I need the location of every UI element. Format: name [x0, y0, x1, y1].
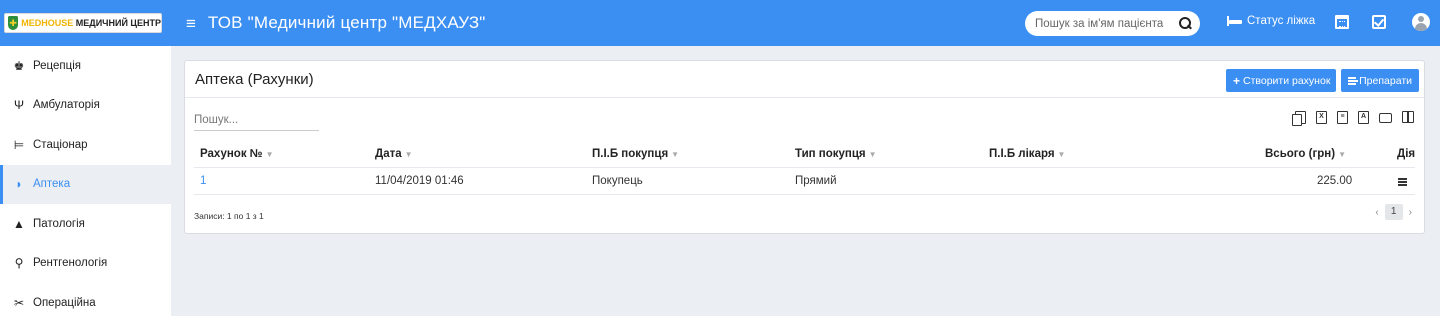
checkbox-tasks-icon[interactable]	[1372, 15, 1386, 29]
column-label: Всього (грн)	[1265, 148, 1336, 160]
column-header-buyer-name[interactable]: П.І.Б покупця ▼	[592, 148, 679, 160]
flask-icon: ▲	[13, 216, 25, 231]
top-bar: ✚ MEDHOUSE МЕДИЧНИЙ ЦЕНТР ≡ ТОВ "Медични…	[0, 0, 1440, 46]
create-invoice-label: Створити рахунок	[1243, 74, 1331, 87]
sidebar-item-label: Патологія	[33, 217, 85, 230]
excel-export-icon[interactable]: X	[1316, 111, 1327, 124]
sidebar-item-label: Амбулаторія	[33, 99, 100, 112]
copy-icon[interactable]	[1292, 111, 1306, 126]
column-label: Тип покупця	[795, 148, 866, 160]
pagination: ‹ 1 ›	[1375, 204, 1412, 220]
table-search	[194, 109, 319, 131]
sidebar-item-inpatient[interactable]: ⊨ Стаціонар	[0, 125, 171, 165]
column-header-action: Дія	[1397, 148, 1416, 160]
sort-icon: ▼	[1057, 150, 1066, 159]
bed-status-link[interactable]: Статус ліжка	[1227, 15, 1315, 27]
next-page-icon[interactable]: ›	[1409, 207, 1412, 218]
columns-icon[interactable]	[1402, 111, 1414, 123]
table-search-input[interactable]	[194, 109, 319, 130]
sidebar-item-label: Аптека	[33, 178, 71, 191]
sort-icon: ▼	[265, 150, 274, 159]
logo-text: MEDHOUSE МЕДИЧНИЙ ЦЕНТР	[21, 18, 161, 28]
patient-search	[1025, 11, 1200, 36]
logo-subtitle: МЕДИЧНИЙ ЦЕНТР	[75, 18, 161, 28]
column-header-total[interactable]: Всього (грн) ▼	[1265, 148, 1346, 160]
drugs-label: Препарати	[1359, 74, 1412, 87]
column-label: Дата	[375, 148, 402, 160]
invoices-table: Рахунок № ▼ Дата ▼ П.І.Б покупця ▼ Тип поку…	[194, 141, 1415, 195]
plus-icon: +	[1233, 73, 1241, 88]
mortar-pestle-icon: ◗	[15, 177, 23, 192]
column-header-doctor-name[interactable]: П.І.Б лікаря ▼	[989, 148, 1065, 160]
row-actions-menu-icon[interactable]	[1398, 177, 1407, 189]
logo[interactable]: ✚ MEDHOUSE МЕДИЧНИЙ ЦЕНТР	[4, 13, 162, 33]
sidebar-item-surgery[interactable]: ✂ Операційна	[0, 283, 171, 316]
pdf-export-icon[interactable]: A	[1358, 111, 1369, 124]
org-title: ТОВ "Медичний центр "МЕДХАУЗ"	[207, 13, 486, 32]
column-header-buyer-type[interactable]: Тип покупця ▼	[795, 148, 877, 160]
list-icon	[1348, 76, 1359, 85]
page-title: Аптека (Рахунки)	[195, 70, 314, 88]
invoice-number-link[interactable]: 1	[200, 175, 206, 187]
column-header-date[interactable]: Дата ▼	[375, 148, 413, 160]
sidebar-item-pathology[interactable]: ▲ Патологія	[0, 204, 171, 244]
csv-export-icon[interactable]: ≡	[1337, 111, 1348, 124]
sidebar-item-radiology[interactable]: ⚲ Рентгенологія	[0, 244, 171, 284]
patient-search-input[interactable]	[1035, 17, 1175, 30]
column-label: Рахунок №	[200, 148, 263, 160]
sidebar-item-label: Рецепція	[33, 59, 82, 72]
user-avatar[interactable]	[1412, 13, 1430, 31]
scissors-icon: ✂	[13, 295, 25, 310]
prev-page-icon[interactable]: ‹	[1375, 207, 1378, 218]
logo-brand: MEDHOUSE	[21, 18, 74, 28]
sidebar-item-label: Рентгенологія	[33, 257, 108, 270]
sidebar-item-outpatient[interactable]: Ψ Амбулаторія	[0, 86, 171, 126]
invoice-date: 11/04/2019 01:46	[375, 175, 464, 187]
search-icon[interactable]	[1179, 17, 1192, 30]
bed-status-label: Статус ліжка	[1247, 15, 1316, 27]
sort-icon: ▼	[1338, 150, 1346, 159]
column-label: П.І.Б покупця	[592, 148, 669, 160]
calendar-icon[interactable]	[1335, 15, 1349, 29]
sort-icon: ▼	[404, 150, 413, 159]
sidebar: ♚ Рецепція Ψ Амбулаторія ⊨ Стаціонар ◗ А…	[0, 46, 171, 316]
shield-logo-icon: ✚	[8, 16, 19, 30]
column-label: П.І.Б лікаря	[989, 148, 1055, 160]
bed-icon: ⊨	[13, 137, 25, 152]
pharmacy-invoices-panel: Аптека (Рахунки) + Створити рахунок Преп…	[184, 60, 1425, 234]
microscope-icon: ⚲	[14, 256, 24, 271]
bed-icon	[1227, 16, 1242, 26]
buyer-name: Покупець	[592, 175, 643, 187]
sidebar-item-reception[interactable]: ♚ Рецепція	[0, 46, 171, 86]
records-info: Записи: 1 по 1 з 1	[194, 211, 264, 221]
create-invoice-button[interactable]: + Створити рахунок	[1226, 69, 1336, 92]
drugs-button[interactable]: Препарати	[1341, 69, 1419, 92]
reception-icon: ♚	[13, 58, 25, 73]
print-icon[interactable]	[1379, 113, 1392, 123]
hamburger-menu-icon	[1398, 178, 1407, 186]
sidebar-item-pharmacy[interactable]: ◗ Аптека	[0, 164, 171, 204]
buyer-type: Прямий	[795, 175, 837, 187]
page-number-current[interactable]: 1	[1384, 204, 1403, 220]
sort-icon: ▼	[868, 150, 877, 159]
table-row: 1 11/04/2019 01:46 Покупець Прямий 225.0…	[194, 168, 1415, 195]
sort-icon: ▼	[671, 150, 680, 159]
sidebar-item-label: Стаціонар	[33, 138, 88, 151]
stethoscope-icon: Ψ	[13, 98, 25, 113]
hamburger-menu-icon[interactable]: ≡	[186, 15, 196, 32]
table-header-row: Рахунок № ▼ Дата ▼ П.І.Б покупця ▼ Тип поку…	[194, 141, 1415, 168]
invoice-total: 225.00	[1317, 175, 1353, 187]
sidebar-item-label: Операційна	[33, 296, 96, 309]
export-toolbar: X ≡ A	[1292, 111, 1414, 126]
column-header-invoice-number[interactable]: Рахунок № ▼	[200, 148, 274, 160]
